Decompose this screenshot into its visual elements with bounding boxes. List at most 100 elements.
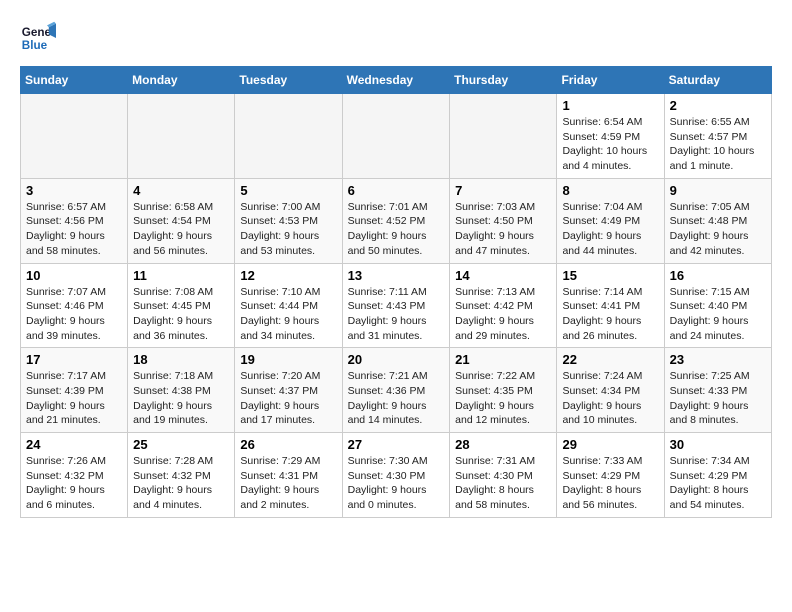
day-info: Sunrise: 7:18 AMSunset: 4:38 PMDaylight:… [133,369,229,428]
calendar-cell: 24 Sunrise: 7:26 AMSunset: 4:32 PMDayligh… [21,433,128,518]
calendar-cell: 18 Sunrise: 7:18 AMSunset: 4:38 PMDayligh… [128,348,235,433]
day-number: 2 [670,98,766,113]
day-info: Sunrise: 7:00 AMSunset: 4:53 PMDaylight:… [240,200,336,259]
day-number: 27 [348,437,445,452]
day-number: 22 [562,352,658,367]
calendar-cell: 15 Sunrise: 7:14 AMSunset: 4:41 PMDayligh… [557,263,664,348]
calendar-cell: 26 Sunrise: 7:29 AMSunset: 4:31 PMDayligh… [235,433,342,518]
calendar-cell: 27 Sunrise: 7:30 AMSunset: 4:30 PMDayligh… [342,433,450,518]
weekday-header-monday: Monday [128,67,235,94]
day-info: Sunrise: 7:33 AMSunset: 4:29 PMDaylight:… [562,454,658,513]
day-info: Sunrise: 7:34 AMSunset: 4:29 PMDaylight:… [670,454,766,513]
day-number: 17 [26,352,122,367]
day-number: 1 [562,98,658,113]
day-info: Sunrise: 7:10 AMSunset: 4:44 PMDaylight:… [240,285,336,344]
day-info: Sunrise: 7:03 AMSunset: 4:50 PMDaylight:… [455,200,551,259]
day-info: Sunrise: 7:21 AMSunset: 4:36 PMDaylight:… [348,369,445,428]
svg-text:Blue: Blue [22,39,48,52]
weekday-header-wednesday: Wednesday [342,67,450,94]
calendar-header-row: SundayMondayTuesdayWednesdayThursdayFrid… [21,67,772,94]
weekday-header-tuesday: Tuesday [235,67,342,94]
day-info: Sunrise: 7:15 AMSunset: 4:40 PMDaylight:… [670,285,766,344]
day-number: 15 [562,268,658,283]
calendar-week-5: 24 Sunrise: 7:26 AMSunset: 4:32 PMDayligh… [21,433,772,518]
day-number: 4 [133,183,229,198]
day-info: Sunrise: 6:55 AMSunset: 4:57 PMDaylight:… [670,115,766,174]
calendar-cell: 20 Sunrise: 7:21 AMSunset: 4:36 PMDayligh… [342,348,450,433]
calendar-cell: 4 Sunrise: 6:58 AMSunset: 4:54 PMDaylight… [128,178,235,263]
day-number: 9 [670,183,766,198]
day-info: Sunrise: 7:29 AMSunset: 4:31 PMDaylight:… [240,454,336,513]
day-info: Sunrise: 7:04 AMSunset: 4:49 PMDaylight:… [562,200,658,259]
calendar-cell: 7 Sunrise: 7:03 AMSunset: 4:50 PMDaylight… [450,178,557,263]
calendar-cell: 16 Sunrise: 7:15 AMSunset: 4:40 PMDayligh… [664,263,771,348]
page-header: General Blue [20,20,772,56]
weekday-header-sunday: Sunday [21,67,128,94]
day-number: 24 [26,437,122,452]
calendar-cell: 5 Sunrise: 7:00 AMSunset: 4:53 PMDaylight… [235,178,342,263]
day-info: Sunrise: 7:14 AMSunset: 4:41 PMDaylight:… [562,285,658,344]
day-info: Sunrise: 7:05 AMSunset: 4:48 PMDaylight:… [670,200,766,259]
day-info: Sunrise: 7:25 AMSunset: 4:33 PMDaylight:… [670,369,766,428]
calendar-cell: 14Sunrise: 7:13 AMSunset: 4:42 PMDayligh… [450,263,557,348]
day-number: 20 [348,352,445,367]
day-number: 7 [455,183,551,198]
day-number: 12 [240,268,336,283]
day-number: 6 [348,183,445,198]
day-number: 26 [240,437,336,452]
calendar-week-3: 10Sunrise: 7:07 AMSunset: 4:46 PMDayligh… [21,263,772,348]
weekday-header-thursday: Thursday [450,67,557,94]
calendar-week-4: 17 Sunrise: 7:17 AMSunset: 4:39 PMDayligh… [21,348,772,433]
day-number: 30 [670,437,766,452]
day-info: Sunrise: 7:20 AMSunset: 4:37 PMDaylight:… [240,369,336,428]
day-number: 21 [455,352,551,367]
weekday-header-friday: Friday [557,67,664,94]
calendar-cell: 21Sunrise: 7:22 AMSunset: 4:35 PMDayligh… [450,348,557,433]
calendar-cell [235,94,342,179]
day-number: 29 [562,437,658,452]
day-info: Sunrise: 6:58 AMSunset: 4:54 PMDaylight:… [133,200,229,259]
calendar-cell: 28 Sunrise: 7:31 AMSunset: 4:30 PMDayligh… [450,433,557,518]
calendar-cell: 12 Sunrise: 7:10 AMSunset: 4:44 PMDayligh… [235,263,342,348]
day-info: Sunrise: 7:26 AMSunset: 4:32 PMDaylight:… [26,454,122,513]
calendar-cell: 11 Sunrise: 7:08 AMSunset: 4:45 PMDayligh… [128,263,235,348]
calendar-cell: 30 Sunrise: 7:34 AMSunset: 4:29 PMDayligh… [664,433,771,518]
day-number: 19 [240,352,336,367]
day-info: Sunrise: 7:01 AMSunset: 4:52 PMDaylight:… [348,200,445,259]
day-info: Sunrise: 7:30 AMSunset: 4:30 PMDaylight:… [348,454,445,513]
calendar-cell: 13 Sunrise: 7:11 AMSunset: 4:43 PMDayligh… [342,263,450,348]
calendar-cell: 25Sunrise: 7:28 AMSunset: 4:32 PMDayligh… [128,433,235,518]
day-info: Sunrise: 7:24 AMSunset: 4:34 PMDaylight:… [562,369,658,428]
calendar-cell: 8Sunrise: 7:04 AMSunset: 4:49 PMDaylight… [557,178,664,263]
calendar-cell [342,94,450,179]
day-number: 3 [26,183,122,198]
day-number: 13 [348,268,445,283]
day-info: Sunrise: 7:31 AMSunset: 4:30 PMDaylight:… [455,454,551,513]
calendar-cell: 3 Sunrise: 6:57 AMSunset: 4:56 PMDaylight… [21,178,128,263]
day-info: Sunrise: 7:17 AMSunset: 4:39 PMDaylight:… [26,369,122,428]
day-info: Sunrise: 7:08 AMSunset: 4:45 PMDaylight:… [133,285,229,344]
day-info: Sunrise: 7:11 AMSunset: 4:43 PMDaylight:… [348,285,445,344]
calendar-cell: 2 Sunrise: 6:55 AMSunset: 4:57 PMDaylight… [664,94,771,179]
calendar-cell: 29 Sunrise: 7:33 AMSunset: 4:29 PMDayligh… [557,433,664,518]
calendar-cell: 19 Sunrise: 7:20 AMSunset: 4:37 PMDayligh… [235,348,342,433]
calendar-week-1: 1 Sunrise: 6:54 AMSunset: 4:59 PMDaylight… [21,94,772,179]
calendar-cell: 6 Sunrise: 7:01 AMSunset: 4:52 PMDaylight… [342,178,450,263]
calendar-table: SundayMondayTuesdayWednesdayThursdayFrid… [20,66,772,518]
day-number: 16 [670,268,766,283]
day-info: Sunrise: 6:54 AMSunset: 4:59 PMDaylight:… [562,115,658,174]
day-info: Sunrise: 7:07 AMSunset: 4:46 PMDaylight:… [26,285,122,344]
calendar-cell: 9 Sunrise: 7:05 AMSunset: 4:48 PMDaylight… [664,178,771,263]
calendar-cell: 23Sunrise: 7:25 AMSunset: 4:33 PMDayligh… [664,348,771,433]
calendar-cell: 17 Sunrise: 7:17 AMSunset: 4:39 PMDayligh… [21,348,128,433]
day-number: 18 [133,352,229,367]
weekday-header-saturday: Saturday [664,67,771,94]
day-number: 5 [240,183,336,198]
day-number: 28 [455,437,551,452]
day-number: 14 [455,268,551,283]
day-info: Sunrise: 6:57 AMSunset: 4:56 PMDaylight:… [26,200,122,259]
day-number: 11 [133,268,229,283]
calendar-cell [21,94,128,179]
logo-icon: General Blue [20,20,56,56]
calendar-cell: 10Sunrise: 7:07 AMSunset: 4:46 PMDayligh… [21,263,128,348]
